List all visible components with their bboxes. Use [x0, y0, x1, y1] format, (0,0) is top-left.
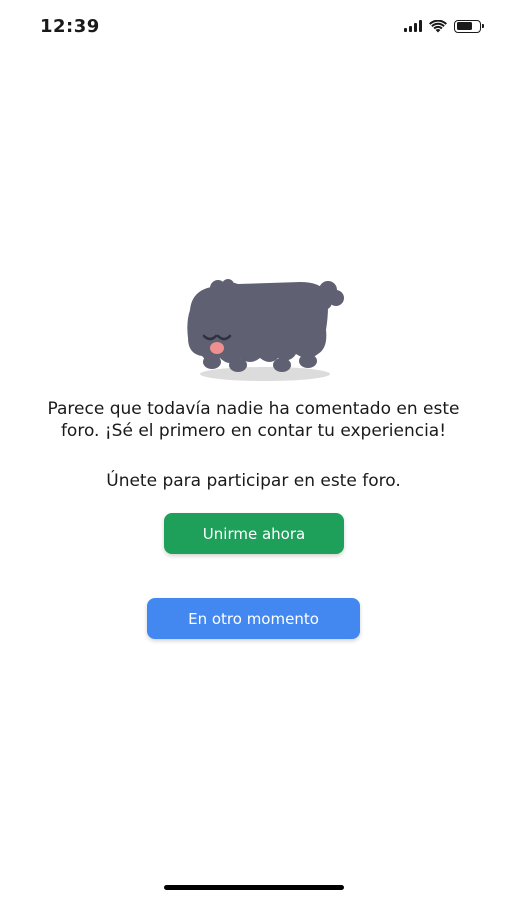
later-button[interactable]: En otro momento [147, 598, 360, 639]
join-now-button[interactable]: Unirme ahora [164, 513, 344, 554]
home-indicator[interactable] [164, 885, 344, 890]
status-time: 12:39 [40, 15, 100, 37]
cellular-signal-icon [404, 20, 422, 32]
join-prompt-text: Únete para participar en este foro. [106, 471, 401, 491]
empty-state-message: Parece que todavía nadie ha comentado en… [47, 399, 460, 441]
sheepdog-mascot-icon [187, 279, 344, 381]
status-bar: 12:39 [0, 0, 507, 52]
battery-icon [454, 19, 484, 33]
forum-empty-screen: 12:39 Parece que todavía nadie ha coment… [0, 0, 507, 900]
status-icons [404, 19, 484, 33]
wifi-icon [429, 19, 447, 32]
